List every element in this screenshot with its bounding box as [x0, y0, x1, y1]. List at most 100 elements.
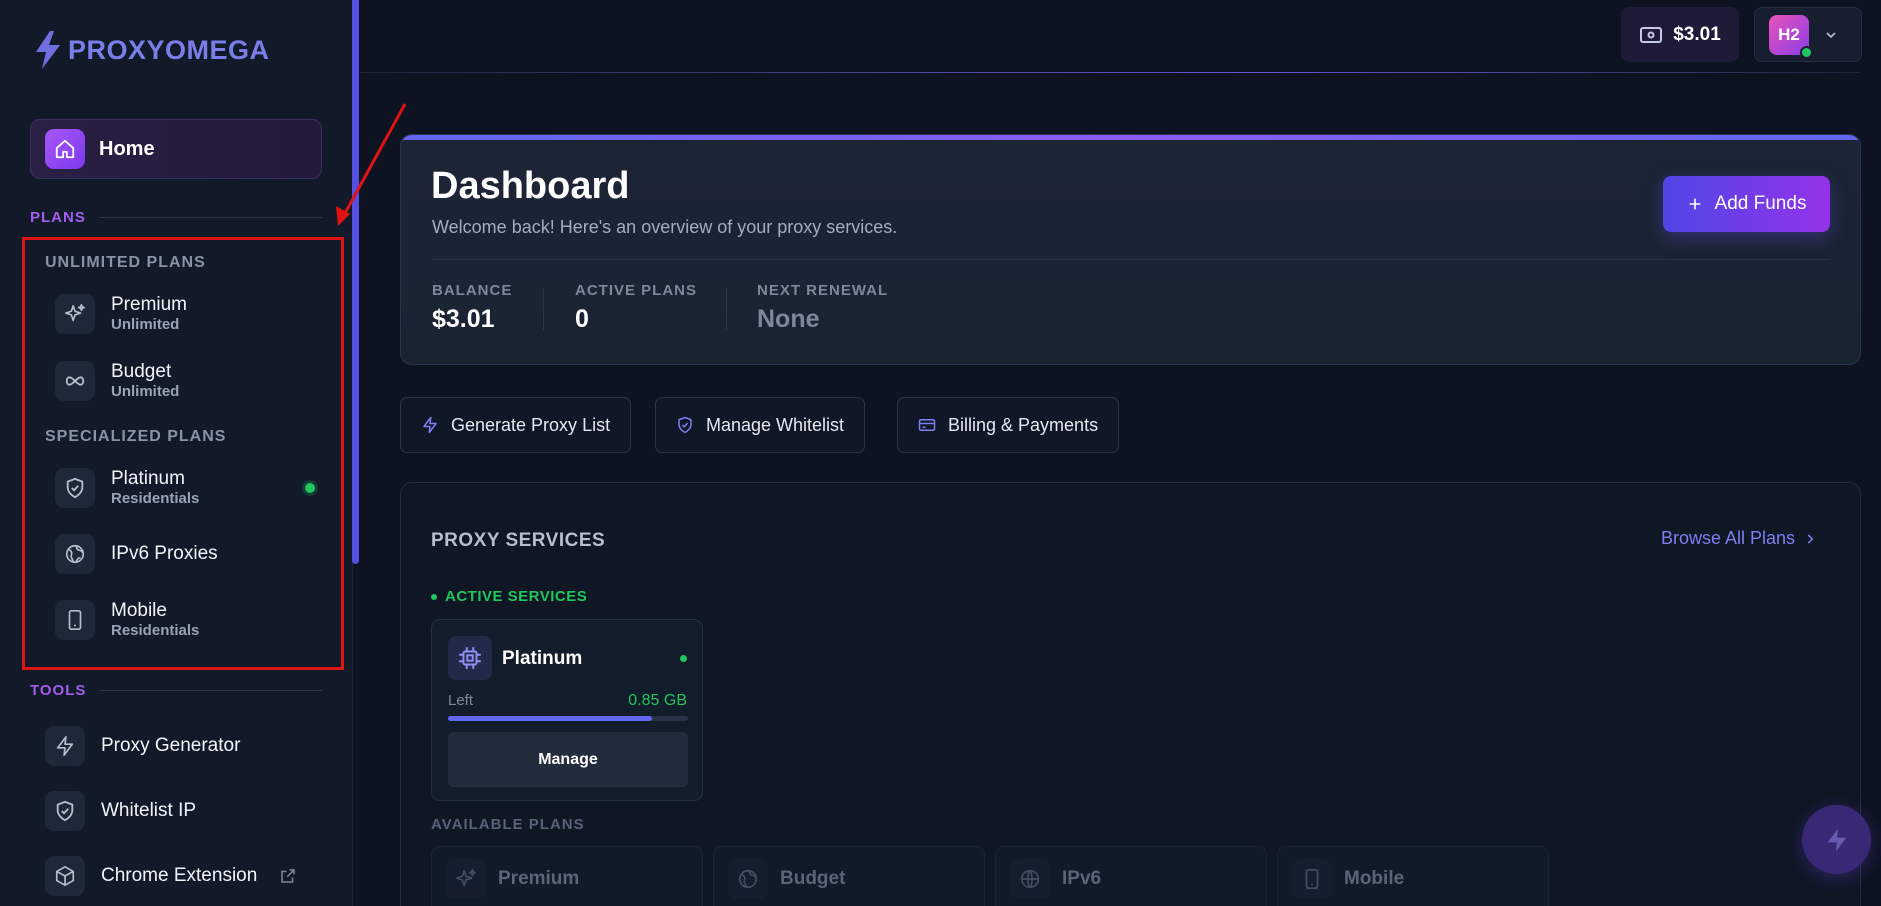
- avatar-initials: H2: [1778, 24, 1800, 44]
- data-left-value: 0.85 GB: [628, 692, 687, 709]
- page-subtitle: Welcome back! Here's an overview of your…: [432, 217, 898, 237]
- online-status-dot: [1800, 45, 1813, 59]
- plan-label: IPv6: [1062, 868, 1102, 889]
- plus-icon: [1689, 198, 1700, 210]
- available-plan-budget[interactable]: Budget: [713, 846, 985, 906]
- smartphone-icon: [1292, 859, 1332, 899]
- plans-section-label: PLANS: [30, 209, 86, 226]
- tools-section-label: TOOLS: [30, 682, 87, 699]
- browse-all-plans-link[interactable]: Browse All Plans: [1661, 528, 1817, 549]
- globe-icon: [55, 534, 95, 574]
- usage-progress-fill: [448, 716, 652, 721]
- stat-separator: [726, 287, 727, 330]
- available-plan-ipv6[interactable]: IPv6: [995, 846, 1267, 906]
- home-label: Home: [99, 137, 155, 160]
- plan-name: Premium: [111, 294, 188, 315]
- chevron-right-icon: [1807, 533, 1814, 544]
- stat-value: 0: [575, 305, 589, 333]
- sidebar-item-budget[interactable]: Budget Unlimited: [55, 357, 315, 405]
- browse-label: Browse All Plans: [1661, 528, 1796, 548]
- shield-check-icon: [678, 416, 692, 434]
- generate-proxy-list-button[interactable]: Generate Proxy List: [400, 397, 632, 453]
- quick-action-fab[interactable]: [1802, 805, 1871, 874]
- section-title: PROXY SERVICES: [431, 530, 606, 551]
- tools-section-heading: TOOLS: [30, 682, 322, 699]
- user-menu-button[interactable]: H2: [1754, 7, 1862, 62]
- stat-label: BALANCE: [432, 282, 513, 299]
- sidebar-item-home[interactable]: Home: [30, 119, 322, 179]
- plans-section-heading: PLANS: [30, 209, 322, 226]
- specialized-plans-heading: SPECIALIZED PLANS: [45, 428, 227, 445]
- plan-name: IPv6 Proxies: [111, 543, 218, 564]
- stats-divider: [431, 259, 1831, 260]
- sidebar-item-premium[interactable]: Premium Unlimited: [55, 290, 315, 338]
- chevron-down-icon: [1826, 31, 1836, 38]
- tool-label: Whitelist IP: [101, 800, 197, 821]
- sidebar-item-mobile[interactable]: Mobile Residentials: [55, 596, 315, 644]
- sidebar-scrollbar[interactable]: [352, 0, 359, 564]
- plan-label: Budget: [780, 868, 846, 889]
- status-dot: [431, 593, 437, 600]
- plan-name: Budget: [111, 361, 172, 382]
- active-services-heading: ACTIVE SERVICES: [431, 588, 587, 605]
- available-plans-heading: AVAILABLE PLANS: [431, 816, 585, 833]
- proxy-services-panel: PROXY SERVICES Browse All Plans ACTIVE S…: [400, 482, 1861, 906]
- shield-check-icon: [45, 791, 85, 831]
- tool-label: Chrome Extension: [101, 865, 258, 886]
- tool-label: Proxy Generator: [101, 735, 241, 756]
- active-heading-label: ACTIVE SERVICES: [445, 588, 588, 605]
- stat-balance: BALANCE $3.01: [432, 282, 512, 334]
- plan-subtitle: Unlimited: [111, 316, 180, 333]
- active-status-dot: [305, 483, 315, 493]
- billing-payments-button[interactable]: Billing & Payments: [897, 397, 1120, 453]
- cpu-icon: [448, 636, 492, 680]
- plan-subtitle: Residentials: [111, 490, 200, 507]
- home-icon: [45, 129, 85, 169]
- stat-next-renewal: NEXT RENEWAL None: [757, 282, 888, 334]
- add-funds-label: Add Funds: [1714, 193, 1807, 214]
- sidebar-item-proxy-generator[interactable]: Proxy Generator: [45, 724, 315, 768]
- available-plan-premium[interactable]: Premium: [431, 846, 703, 906]
- sidebar-item-chrome-extension[interactable]: Chrome Extension: [45, 854, 315, 898]
- service-name: Platinum: [502, 648, 583, 669]
- header-divider: [360, 72, 1860, 73]
- page-title: Dashboard: [431, 165, 630, 207]
- available-plan-mobile[interactable]: Mobile: [1277, 846, 1549, 906]
- plan-name: Mobile: [111, 600, 167, 621]
- brand-name: PROXYOMEGA: [68, 34, 270, 65]
- bolt-icon: [1827, 827, 1846, 852]
- action-label: Generate Proxy List: [451, 414, 611, 435]
- plan-subtitle: Unlimited: [111, 383, 180, 400]
- banknote-icon: [1640, 26, 1663, 43]
- stat-value: None: [757, 305, 820, 333]
- avatar: H2: [1769, 14, 1813, 59]
- smartphone-icon: [55, 600, 95, 640]
- plan-subtitle: Residentials: [111, 622, 200, 639]
- plan-label: Mobile: [1344, 868, 1405, 889]
- balance-amount: $3.01: [1673, 23, 1721, 45]
- globe-icon: [728, 859, 768, 899]
- stat-label: NEXT RENEWAL: [757, 282, 889, 299]
- manage-whitelist-button[interactable]: Manage Whitelist: [655, 397, 866, 453]
- sidebar-item-ipv6-proxies[interactable]: IPv6 Proxies: [55, 530, 315, 578]
- sidebar-item-platinum[interactable]: Platinum Residentials: [55, 464, 315, 512]
- sparkles-icon: [55, 294, 95, 334]
- sidebar-item-whitelist-ip[interactable]: Whitelist IP: [45, 789, 315, 833]
- globe-icon: [1010, 859, 1050, 899]
- shield-check-icon: [55, 468, 95, 508]
- sparkles-icon: [446, 859, 486, 899]
- add-funds-button[interactable]: Add Funds: [1663, 176, 1830, 232]
- stat-active-plans: ACTIVE PLANS 0: [575, 282, 697, 334]
- balance-button[interactable]: $3.01: [1621, 7, 1739, 62]
- manage-button[interactable]: Manage: [448, 732, 688, 787]
- bolt-icon: [423, 416, 437, 434]
- external-link-icon: [281, 869, 296, 883]
- brand-logo[interactable]: PROXYOMEGA: [34, 30, 270, 70]
- stat-label: ACTIVE PLANS: [575, 282, 698, 299]
- box-icon: [45, 856, 85, 896]
- active-service-card: Platinum Left 0.85 GB Manage: [431, 619, 703, 801]
- data-left-label: Left: [448, 692, 474, 709]
- usage-progress-bar: [448, 716, 688, 721]
- dashboard-overview-card: Dashboard Welcome back! Here's an overvi…: [400, 134, 1861, 365]
- stat-value: $3.01: [432, 305, 495, 333]
